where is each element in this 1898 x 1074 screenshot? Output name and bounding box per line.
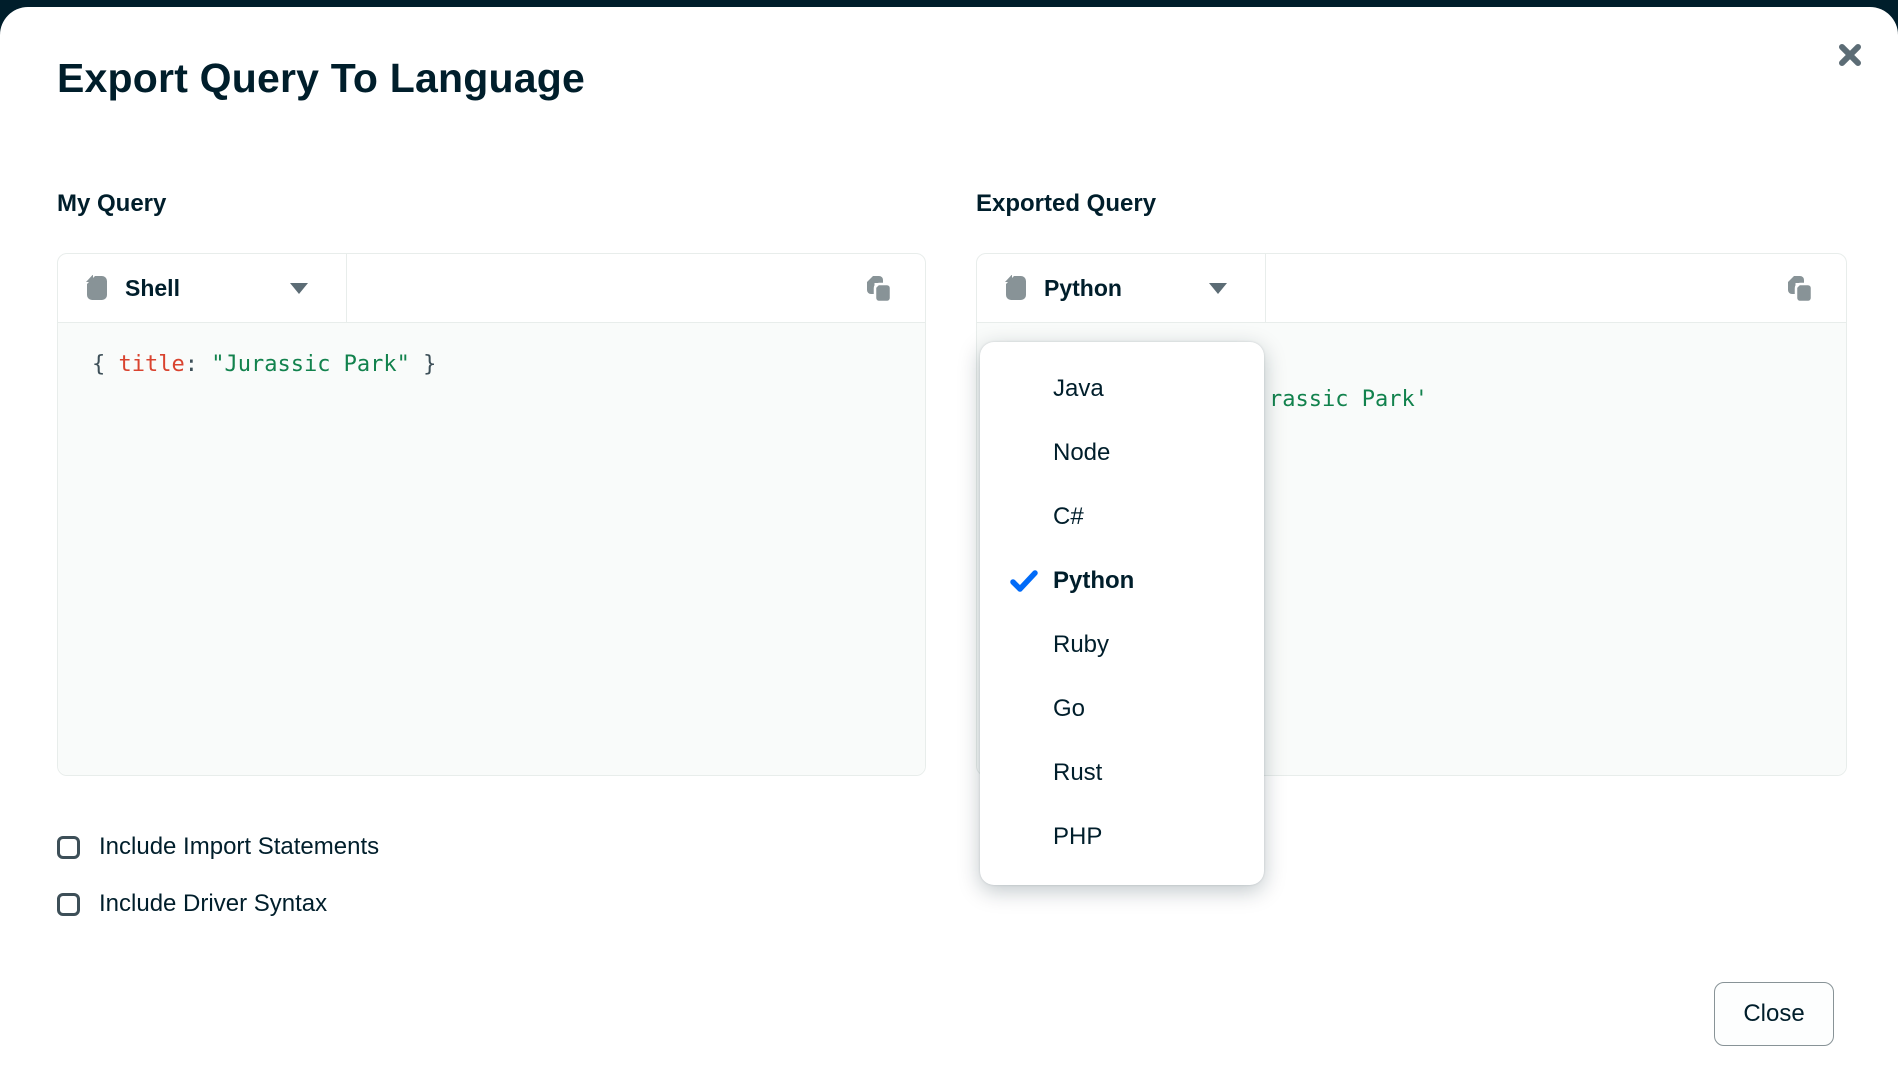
code-colon: :	[185, 352, 212, 377]
menu-item-go[interactable]: Go	[980, 677, 1264, 741]
document-icon	[1005, 275, 1027, 301]
menu-item-python[interactable]: Python	[980, 549, 1264, 613]
menu-item-node[interactable]: Node	[980, 421, 1264, 485]
menu-item-label: Python	[1053, 567, 1134, 595]
code-brace-close: }	[410, 352, 437, 377]
my-query-panel-header: Shell	[58, 254, 925, 323]
include-import-statements-option[interactable]: Include Import Statements	[57, 833, 379, 861]
code-string: "Jurassic Park"	[211, 352, 410, 377]
menu-item-rust[interactable]: Rust	[980, 741, 1264, 805]
copy-icon	[864, 274, 894, 304]
output-language-selector[interactable]: Python	[977, 254, 1266, 322]
menu-item-label: Rust	[1053, 759, 1102, 787]
code-brace-open: {	[92, 352, 119, 377]
menu-item-csharp[interactable]: C#	[980, 485, 1264, 549]
menu-item-label: Java	[1053, 375, 1104, 403]
close-icon[interactable]	[1832, 37, 1868, 73]
menu-item-ruby[interactable]: Ruby	[980, 613, 1264, 677]
dialog-title: Export Query To Language	[57, 55, 585, 102]
menu-item-label: C#	[1053, 503, 1084, 531]
menu-item-label: Ruby	[1053, 631, 1109, 659]
output-language-value: Python	[1044, 275, 1122, 302]
copy-icon	[1785, 274, 1815, 304]
exported-code-fragment: rassic Park'	[1269, 387, 1428, 412]
menu-item-php[interactable]: PHP	[980, 805, 1264, 869]
x-icon	[1837, 42, 1863, 68]
input-language-value: Shell	[125, 275, 180, 302]
import-statements-checkbox[interactable]	[57, 836, 80, 859]
exported-query-panel-header: Python	[977, 254, 1846, 323]
my-query-panel: Shell { title: "Jurassic Park" }	[57, 253, 926, 776]
language-dropdown-menu: Java Node C# Python Ruby Go Rust PHP	[980, 342, 1264, 885]
menu-item-label: Node	[1053, 439, 1110, 467]
chevron-down-icon	[1209, 283, 1227, 294]
document-icon	[86, 275, 108, 301]
code-key: title	[119, 352, 185, 377]
menu-item-label: PHP	[1053, 823, 1102, 851]
driver-syntax-checkbox[interactable]	[57, 893, 80, 916]
copy-input-query-button[interactable]	[861, 271, 897, 307]
input-language-selector[interactable]: Shell	[58, 254, 347, 322]
driver-syntax-label: Include Driver Syntax	[99, 890, 327, 918]
close-button[interactable]: Close	[1714, 982, 1834, 1046]
my-query-code: { title: "Jurassic Park" }	[92, 352, 436, 377]
menu-item-label: Go	[1053, 695, 1085, 723]
my-query-editor[interactable]: { title: "Jurassic Park" }	[58, 323, 925, 775]
exported-query-label: Exported Query	[976, 190, 1156, 218]
import-statements-label: Include Import Statements	[99, 833, 379, 861]
my-query-label: My Query	[57, 190, 166, 218]
chevron-down-icon	[290, 283, 308, 294]
export-query-dialog: Export Query To Language My Query Export…	[0, 7, 1898, 1074]
menu-item-java[interactable]: Java	[980, 357, 1264, 421]
checkmark-icon	[1010, 569, 1038, 593]
include-driver-syntax-option[interactable]: Include Driver Syntax	[57, 890, 327, 918]
copy-exported-query-button[interactable]	[1782, 271, 1818, 307]
